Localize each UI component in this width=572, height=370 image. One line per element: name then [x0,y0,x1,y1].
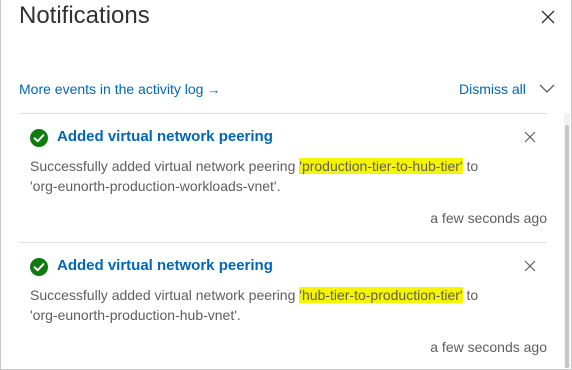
activity-log-link-label: More events in the activity log [19,81,204,97]
message-text: to [462,158,479,174]
notification-card[interactable]: Added virtual network peering Successful… [19,242,547,370]
message-text: to [462,287,479,303]
notification-message: Successfully added virtual network peeri… [30,285,540,325]
notification-card[interactable]: Added virtual network peering Successful… [19,113,547,242]
close-icon [524,260,536,272]
peering-name: 'production-tier-to-hub-tier' [299,158,463,174]
success-check-icon [30,129,48,147]
notifications-panel: Notifications More events in the activit… [0,0,572,370]
collapse-chevron-button[interactable] [538,81,556,95]
message-text: Successfully added virtual network peeri… [30,158,300,174]
dismiss-notification-button[interactable] [523,130,537,144]
arrow-right-icon: → [207,82,221,97]
notification-timestamp: a few seconds ago [430,339,547,355]
notification-message: Successfully added virtual network peeri… [30,156,540,196]
peering-name: 'hub-tier-to-production-tier' [299,287,463,303]
message-text: Successfully added virtual network peeri… [30,287,300,303]
notification-title[interactable]: Added virtual network peering [57,127,273,147]
close-icon [541,10,555,24]
panel-title: Notifications [19,2,150,29]
success-check-icon [30,258,48,276]
dismiss-all-button[interactable]: Dismiss all [459,79,526,99]
target-vnet-name: 'org-eunorth-production-hub-vnet'. [30,307,241,323]
notification-list: Added virtual network peering Successful… [19,113,547,370]
target-vnet-name: 'org-eunorth-production-workloads-vnet'. [30,178,281,194]
close-icon [524,131,536,143]
dismiss-notification-button[interactable] [523,259,537,273]
activity-log-link[interactable]: More events in the activity log → [19,79,220,100]
close-panel-button[interactable] [537,6,559,28]
notification-timestamp: a few seconds ago [430,210,547,226]
chevron-down-icon [539,84,555,93]
notification-title[interactable]: Added virtual network peering [57,256,273,276]
scrollbar-thumb[interactable] [565,125,569,368]
